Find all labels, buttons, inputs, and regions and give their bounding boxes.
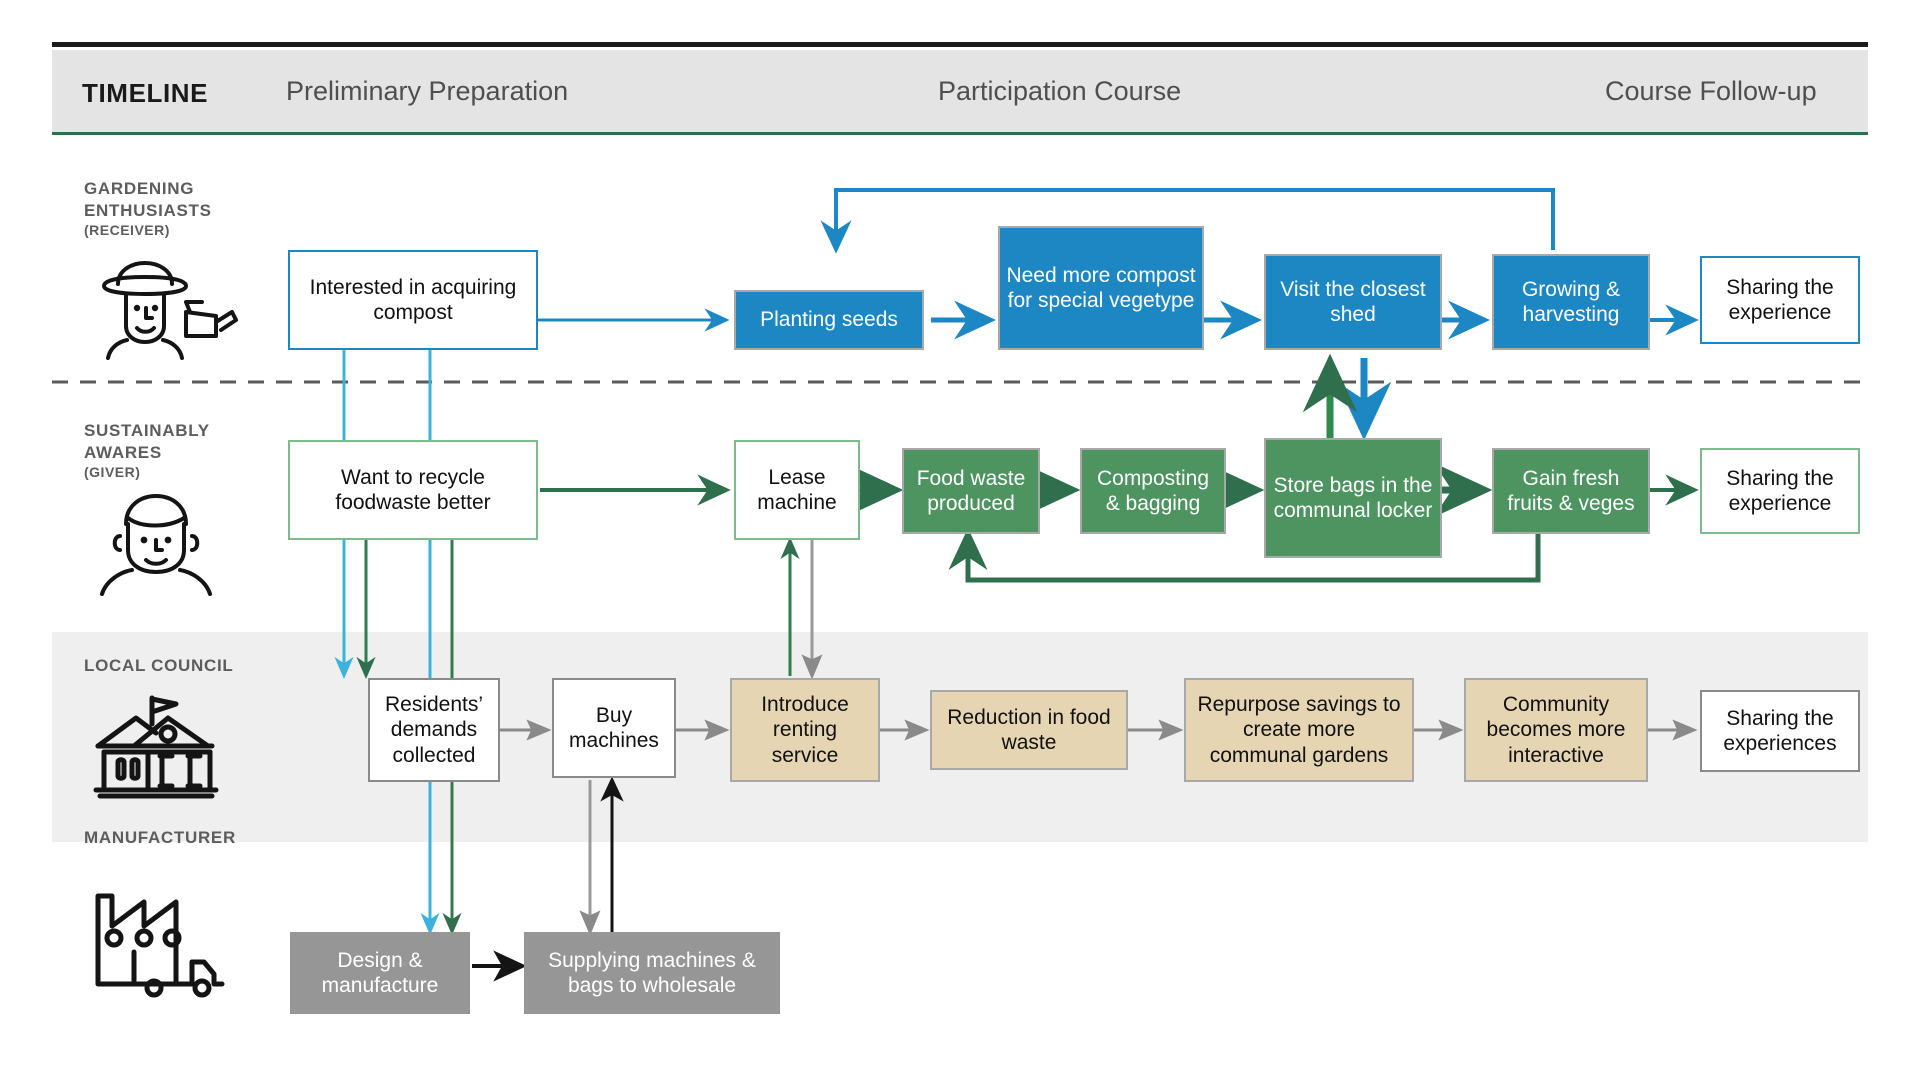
lane-title-line2: AWARES: [84, 442, 162, 462]
lane-title-line1: LOCAL COUNCIL: [84, 656, 234, 675]
person-persona-icon: [96, 488, 216, 601]
node-composting-and-bagging[interactable]: Composting & bagging: [1080, 448, 1226, 534]
phase-label-participation: Participation Course: [938, 76, 1182, 106]
node-repurpose-savings[interactable]: Repurpose savings to create more communa…: [1184, 678, 1414, 782]
node-sharing-the-experience-aware[interactable]: Sharing the experience: [1700, 448, 1860, 534]
node-need-more-compost[interactable]: Need more compost for special vegetype: [998, 226, 1204, 350]
phase-label-preliminary: Preliminary Preparation: [286, 76, 569, 106]
node-sharing-the-experience-gardening[interactable]: Sharing the experience: [1700, 256, 1860, 344]
lane-label-local-council: LOCAL COUNCIL: [84, 655, 234, 677]
lane-title-line1: MANUFACTURER: [84, 828, 236, 847]
node-supplying-machines-bags[interactable]: Supplying machines & bags to wholesale: [524, 932, 780, 1014]
lane-label-gardening-enthusiasts: GARDENING ENTHUSIASTS (RECEIVER): [84, 178, 212, 239]
government-building-icon: [90, 690, 220, 813]
node-planting-seeds[interactable]: Planting seeds: [734, 290, 924, 350]
lane-subtitle: (GIVER): [84, 463, 141, 480]
node-food-waste-produced[interactable]: Food waste produced: [902, 448, 1040, 534]
node-want-to-recycle-foodwaste[interactable]: Want to recycle foodwaste better: [288, 440, 538, 540]
node-lease-machine[interactable]: Lease machine: [734, 440, 860, 540]
node-visit-closest-shed[interactable]: Visit the closest shed: [1264, 254, 1442, 350]
lane-title-line2: ENTHUSIASTS: [84, 200, 212, 220]
service-blueprint-diagram: TIMELINE Preliminary Preparation Partici…: [0, 0, 1920, 1080]
factory-truck-icon: [88, 880, 228, 1005]
node-design-and-manufacture[interactable]: Design & manufacture: [290, 932, 470, 1014]
header-underline: [52, 132, 1868, 135]
node-introduce-renting-service[interactable]: Introduce renting service: [730, 678, 880, 782]
node-residents-demands-collected[interactable]: Residents’ demands collected: [368, 678, 500, 782]
gardener-persona-icon: [90, 250, 240, 365]
node-growing-and-harvesting[interactable]: Growing & harvesting: [1492, 254, 1650, 350]
lane-title-line1: GARDENING: [84, 179, 195, 198]
timeline-label: TIMELINE: [82, 78, 209, 108]
node-sharing-the-experiences-council[interactable]: Sharing the experiences: [1700, 690, 1860, 772]
connector-layer: [52, 188, 1868, 982]
top-rule: [52, 42, 1868, 47]
node-interested-in-acquiring-compost[interactable]: Interested in acquiring compost: [288, 250, 538, 350]
lane-label-sustainably-awares: SUSTAINABLY AWARES (GIVER): [84, 420, 210, 481]
node-reduction-in-food-waste[interactable]: Reduction in food waste: [930, 690, 1128, 770]
node-community-becomes-interactive[interactable]: Community becomes more interactive: [1464, 678, 1648, 782]
node-buy-machines[interactable]: Buy machines: [552, 678, 676, 778]
node-gain-fresh-fruits-veges[interactable]: Gain fresh fruits & veges: [1492, 448, 1650, 534]
lane-label-manufacturer: MANUFACTURER: [84, 827, 236, 849]
lane-subtitle: (RECEIVER): [84, 221, 170, 238]
phase-label-followup: Course Follow-up: [1605, 76, 1817, 106]
lane-title-line1: SUSTAINABLY: [84, 421, 210, 440]
node-store-bags-communal-locker[interactable]: Store bags in the communal locker: [1264, 438, 1442, 558]
